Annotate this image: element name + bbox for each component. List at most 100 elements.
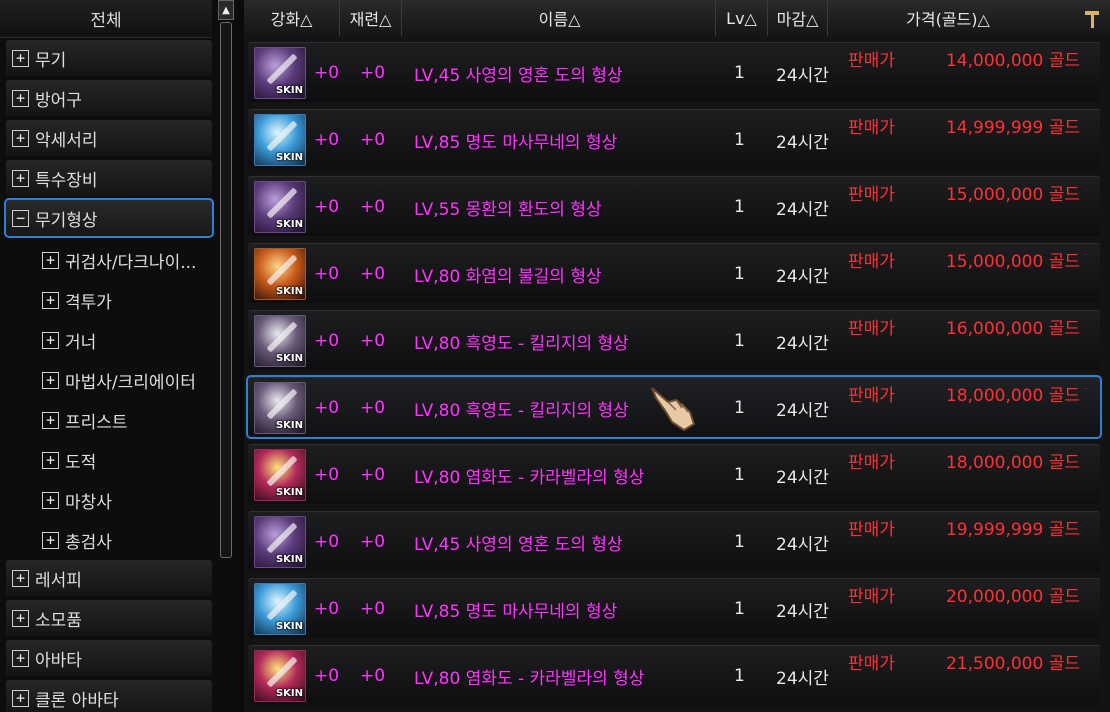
- expand-icon[interactable]: +: [42, 251, 59, 269]
- skin-badge: SKIN: [275, 487, 303, 498]
- expand-icon[interactable]: +: [42, 411, 59, 429]
- item-name: LV,85 명도 마사무네의 형상: [414, 601, 618, 622]
- expand-icon[interactable]: +: [42, 451, 59, 469]
- sidebar-item-label: 방어구: [35, 90, 82, 111]
- sidebar-subcategory-item-7[interactable]: + 거너: [0, 320, 216, 360]
- refine-value: +0: [360, 599, 386, 619]
- sidebar-item-label: 귀검사/다크나이...: [65, 252, 197, 273]
- sale-price-label: 판매가: [848, 50, 895, 71]
- deadline-value: 24시간: [776, 400, 829, 421]
- auction-list-panel: 강화△ 재련△ 이름△ Lv△ 마감△ 가격(골드)△ SKIN +0 +0 LV,4…: [244, 0, 1110, 712]
- refine-value: +0: [360, 465, 386, 485]
- sidebar-category-item-2[interactable]: + 악세서리: [6, 120, 212, 156]
- auction-row[interactable]: SKIN +0 +0 LV,80 염화도 - 카라벨라의 형상 1 24시간 판매가 21,5…: [248, 645, 1100, 705]
- level-value: 1: [734, 532, 745, 552]
- header-price[interactable]: 가격(골드)△: [828, 0, 1068, 36]
- sale-price-label: 판매가: [848, 385, 895, 406]
- weapon-skin-icon: SKIN: [254, 516, 306, 568]
- auction-row[interactable]: SKIN +0 +0 LV,80 흑영도 - 킬리지의 형상 1 24시간 판매가 16,00…: [248, 310, 1100, 370]
- header-refine-label: 재련△: [349, 10, 392, 29]
- sale-price-label: 판매가: [848, 586, 895, 607]
- sword-icon: [266, 321, 298, 353]
- weapon-skin-icon: SKIN: [254, 650, 306, 702]
- sidebar-subcategory-item-12[interactable]: + 총검사: [0, 520, 216, 560]
- item-name: LV,85 명도 마사무네의 형상: [414, 132, 618, 153]
- sidebar-item-label: 악세서리: [35, 130, 98, 151]
- expand-icon[interactable]: +: [42, 371, 59, 389]
- sidebar-subcategory-item-5[interactable]: + 귀검사/다크나이...: [0, 240, 216, 280]
- sidebar-category-item-15[interactable]: + 아바타: [6, 640, 212, 676]
- expand-icon[interactable]: +: [12, 129, 29, 147]
- sidebar-category-item-0[interactable]: + 무기: [6, 40, 212, 76]
- sidebar-category-item-14[interactable]: + 소모품: [6, 600, 212, 636]
- auction-row[interactable]: SKIN +0 +0 LV,85 명도 마사무네의 형상 1 24시간 판매가 14,999,…: [248, 109, 1100, 169]
- header-lv[interactable]: Lv△: [716, 0, 768, 36]
- sword-icon: [266, 656, 298, 688]
- header-deadline[interactable]: 마감△: [768, 0, 828, 36]
- sidebar-scrollbar[interactable]: ▲: [218, 0, 234, 560]
- sidebar-subcategory-item-10[interactable]: + 도적: [0, 440, 216, 480]
- hand-cursor-icon: [651, 387, 696, 432]
- sidebar-category-item-3[interactable]: + 특수장비: [6, 160, 212, 196]
- expand-icon[interactable]: +: [12, 609, 29, 627]
- weapon-skin-icon: SKIN: [254, 583, 306, 635]
- level-value: 1: [734, 599, 745, 619]
- sidebar-category-item-13[interactable]: + 레서피: [6, 560, 212, 596]
- header-refine[interactable]: 재련△: [340, 0, 402, 36]
- scroll-up-button[interactable]: ▲: [218, 0, 234, 20]
- sidebar-category-item-16[interactable]: + 클론 아바타: [6, 680, 212, 712]
- expand-icon[interactable]: +: [42, 531, 59, 549]
- skin-badge: SKIN: [275, 85, 303, 96]
- category-all-header[interactable]: 전체: [0, 0, 212, 38]
- expand-icon[interactable]: +: [42, 331, 59, 349]
- expand-icon[interactable]: +: [12, 49, 29, 67]
- auction-row[interactable]: SKIN +0 +0 LV,80 염화도 - 카라벨라의 형상 1 24시간 판매가 18,0…: [248, 444, 1100, 504]
- level-value: 1: [734, 331, 745, 351]
- collapse-icon[interactable]: −: [12, 209, 29, 227]
- expand-icon[interactable]: +: [42, 491, 59, 509]
- expand-icon[interactable]: +: [42, 291, 59, 309]
- sidebar-subcategory-item-6[interactable]: + 격투가: [0, 280, 216, 320]
- header-name[interactable]: 이름△: [404, 0, 716, 36]
- refine-value: +0: [360, 666, 386, 686]
- price-value: 19,999,999 골드: [945, 519, 1080, 540]
- level-value: 1: [734, 63, 745, 83]
- hammer-icon[interactable]: [1082, 8, 1102, 30]
- deadline-value: 24시간: [776, 467, 829, 488]
- expand-icon[interactable]: +: [12, 649, 29, 667]
- enhance-value: +0: [314, 666, 340, 686]
- sidebar-item-label: 격투가: [65, 292, 112, 313]
- auction-row[interactable]: SKIN +0 +0 LV,55 몽환의 환도의 형상 1 24시간 판매가 15,000,0…: [248, 176, 1100, 236]
- refine-value: +0: [360, 130, 386, 150]
- sidebar-category-item-1[interactable]: + 방어구: [6, 80, 212, 116]
- sword-icon: [266, 120, 298, 152]
- expand-icon[interactable]: +: [12, 89, 29, 107]
- item-name: LV,45 사영의 영혼 도의 형상: [414, 65, 623, 86]
- weapon-skin-icon: SKIN: [254, 47, 306, 99]
- deadline-value: 24시간: [776, 266, 829, 287]
- sidebar-subcategory-item-11[interactable]: + 마창사: [0, 480, 216, 520]
- sidebar-category-item-4[interactable]: − 무기형상: [4, 198, 214, 238]
- expand-icon[interactable]: +: [12, 689, 29, 707]
- expand-icon[interactable]: +: [12, 169, 29, 187]
- sale-price-label: 판매가: [848, 318, 895, 339]
- enhance-value: +0: [314, 398, 340, 418]
- level-value: 1: [734, 197, 745, 217]
- scroll-up-icon: ▲: [222, 4, 230, 16]
- header-enhance[interactable]: 강화△: [244, 0, 340, 36]
- sword-icon: [266, 187, 298, 219]
- sidebar-subcategory-item-9[interactable]: + 프리스트: [0, 400, 216, 440]
- auction-row[interactable]: SKIN +0 +0 LV,85 명도 마사무네의 형상 1 24시간 판매가 20,000,…: [248, 578, 1100, 638]
- deadline-value: 24시간: [776, 199, 829, 220]
- auction-row[interactable]: SKIN +0 +0 LV,45 사영의 영혼 도의 형상 1 24시간 판매가 19,999…: [248, 511, 1100, 571]
- scroll-track[interactable]: [220, 22, 232, 558]
- sword-icon: [266, 53, 298, 85]
- level-value: 1: [734, 398, 745, 418]
- price-value: 18,000,000 골드: [945, 385, 1080, 406]
- auction-row[interactable]: SKIN +0 +0 LV,45 사영의 영혼 도의 형상 1 24시간 판매가 14,000…: [248, 42, 1100, 102]
- header-name-label: 이름△: [538, 10, 581, 29]
- sidebar-subcategory-item-8[interactable]: + 마법사/크리에이터: [0, 360, 216, 400]
- auction-row[interactable]: SKIN +0 +0 LV,80 화염의 불길의 형상 1 24시간 판매가 15,000,0…: [248, 243, 1100, 303]
- expand-icon[interactable]: +: [12, 569, 29, 587]
- enhance-value: +0: [314, 130, 340, 150]
